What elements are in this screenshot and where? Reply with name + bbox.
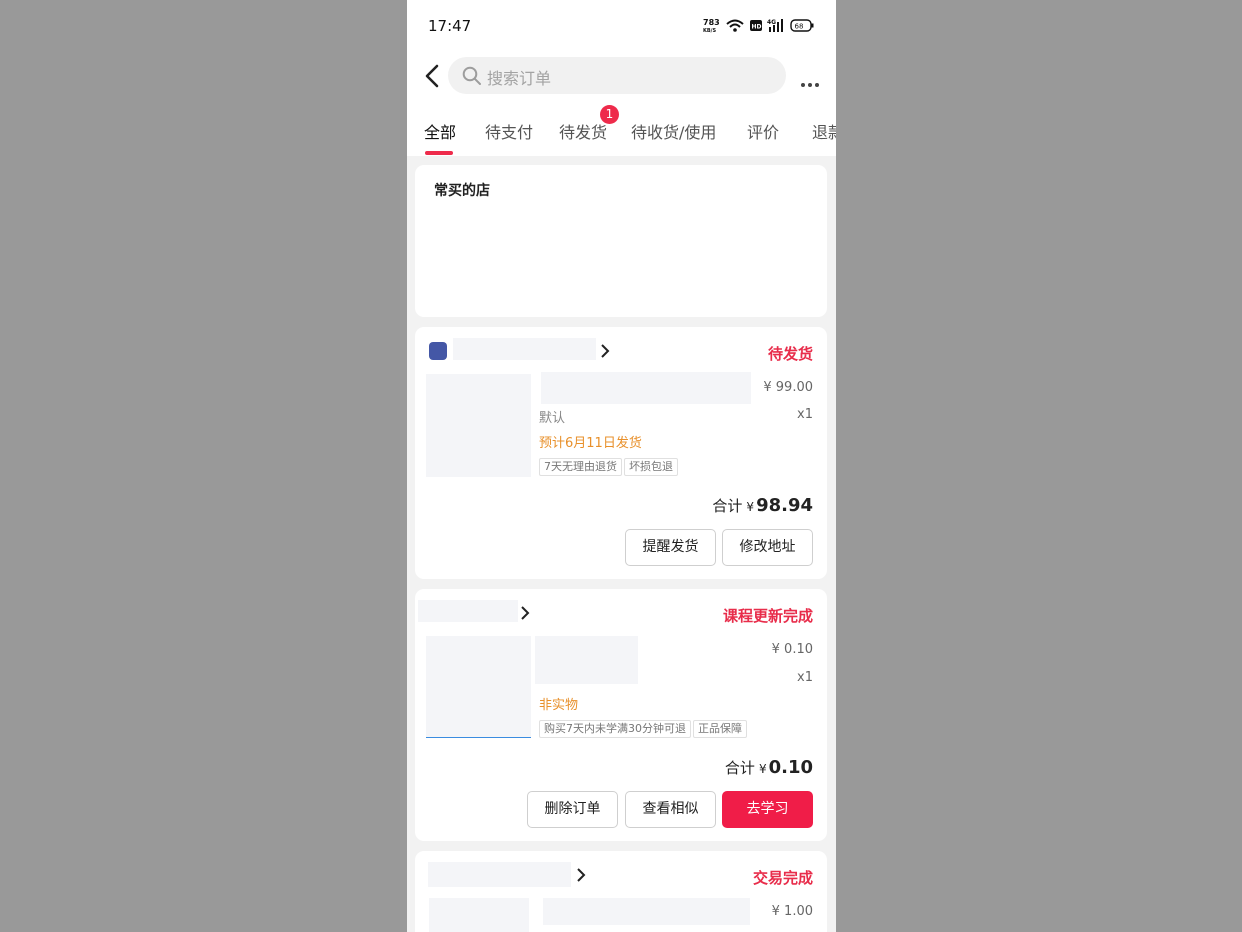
- chevron-right-icon[interactable]: [520, 605, 530, 621]
- chevron-right-icon[interactable]: [576, 867, 586, 883]
- tab-refund[interactable]: 退款: [812, 119, 836, 143]
- shop-name[interactable]: [418, 600, 518, 622]
- frequent-shops-card: 常买的店: [415, 165, 827, 317]
- phone-screen: 17:47 783 KB/S HD 4G 68 搜索订单 全部 待支付 待发货 …: [407, 0, 836, 932]
- order-status: 课程更新完成: [722, 607, 813, 625]
- more-options-icon[interactable]: [801, 72, 822, 91]
- search-icon: [462, 66, 481, 85]
- signal-label: 4G: [767, 19, 776, 26]
- change-address-button[interactable]: 修改地址: [722, 529, 813, 566]
- product-title[interactable]: [535, 636, 638, 684]
- svg-text:HD: HD: [752, 24, 762, 31]
- tab-to-receive[interactable]: 待收货/使用: [631, 119, 716, 143]
- delete-order-button[interactable]: 删除订单: [527, 791, 618, 828]
- tab-pending-payment[interactable]: 待支付: [485, 119, 533, 143]
- product-type-note: 非实物: [539, 698, 579, 713]
- product-price: ¥ 0.10: [771, 642, 813, 657]
- tab-review[interactable]: 评价: [747, 119, 779, 143]
- search-input[interactable]: 搜索订单: [448, 57, 786, 94]
- product-image[interactable]: [426, 374, 531, 477]
- tab-all[interactable]: 全部: [424, 119, 456, 143]
- order-total: 合计 ¥98.94: [712, 495, 813, 516]
- shipping-estimate: 预计6月11日发货: [539, 436, 642, 451]
- net-speed-unit: KB/S: [703, 28, 717, 34]
- product-image[interactable]: [429, 898, 529, 932]
- currency-symbol: ¥: [746, 500, 755, 514]
- view-similar-button[interactable]: 查看相似: [625, 791, 716, 828]
- product-qty: x1: [797, 670, 813, 685]
- shop-logo: [429, 342, 447, 360]
- product-title[interactable]: [541, 372, 751, 404]
- tab-pending-shipment[interactable]: 待发货: [559, 119, 607, 143]
- status-time: 17:47: [428, 17, 472, 35]
- back-arrow-icon[interactable]: [423, 61, 443, 91]
- order-total: 合计 ¥0.10: [725, 757, 813, 778]
- total-amount: 0.10: [768, 757, 813, 778]
- chevron-right-icon[interactable]: [600, 343, 610, 359]
- service-tag: 7天无理由退货: [539, 458, 622, 476]
- battery-level: 68: [795, 23, 804, 31]
- product-qty: x1: [797, 407, 813, 422]
- service-tag: 购买7天内未学满30分钟可退: [539, 720, 691, 738]
- order-card[interactable]: 课程更新完成 ¥ 0.10 x1 非实物 购买7天内未学满30分钟可退 正品保障 …: [415, 589, 827, 841]
- status-icons: 783 KB/S HD 4G 68: [703, 18, 814, 34]
- frequent-shops-title: 常买的店: [434, 183, 490, 199]
- wifi-icon: [726, 19, 744, 32]
- shop-name[interactable]: [453, 338, 596, 360]
- battery-icon: 68: [790, 19, 814, 32]
- order-card[interactable]: 待发货 ¥ 99.00 默认 x1 预计6月11日发货 7天无理由退货 坏损包退 …: [415, 327, 827, 579]
- product-title[interactable]: [543, 898, 750, 925]
- total-label: 合计: [724, 759, 755, 777]
- product-spec: 默认: [539, 411, 566, 426]
- remind-shipment-button[interactable]: 提醒发货: [625, 529, 716, 566]
- service-tag: 正品保障: [693, 720, 747, 738]
- search-placeholder: 搜索订单: [487, 69, 552, 88]
- go-study-button[interactable]: 去学习: [722, 791, 813, 828]
- total-amount: 98.94: [756, 495, 813, 516]
- order-card[interactable]: 交易完成 ¥ 1.00: [415, 851, 827, 932]
- currency-symbol: ¥: [758, 762, 767, 776]
- order-status: 待发货: [767, 345, 813, 363]
- product-image[interactable]: [426, 636, 531, 738]
- shop-name[interactable]: [428, 862, 571, 887]
- order-status: 交易完成: [752, 869, 813, 887]
- net-speed-value: 783: [703, 18, 720, 27]
- product-price: ¥ 99.00: [763, 380, 813, 395]
- active-tab-indicator: [425, 151, 453, 155]
- order-tabs: 全部 待支付 待发货 待收货/使用 评价 退款: [407, 114, 836, 156]
- total-label: 合计: [712, 497, 743, 515]
- service-tags: 购买7天内未学满30分钟可退 正品保障: [539, 717, 749, 738]
- pending-shipment-badge: 1: [600, 105, 619, 124]
- service-tag: 坏损包退: [624, 458, 678, 476]
- service-tags: 7天无理由退货 坏损包退: [539, 455, 680, 476]
- product-price: ¥ 1.00: [771, 904, 813, 919]
